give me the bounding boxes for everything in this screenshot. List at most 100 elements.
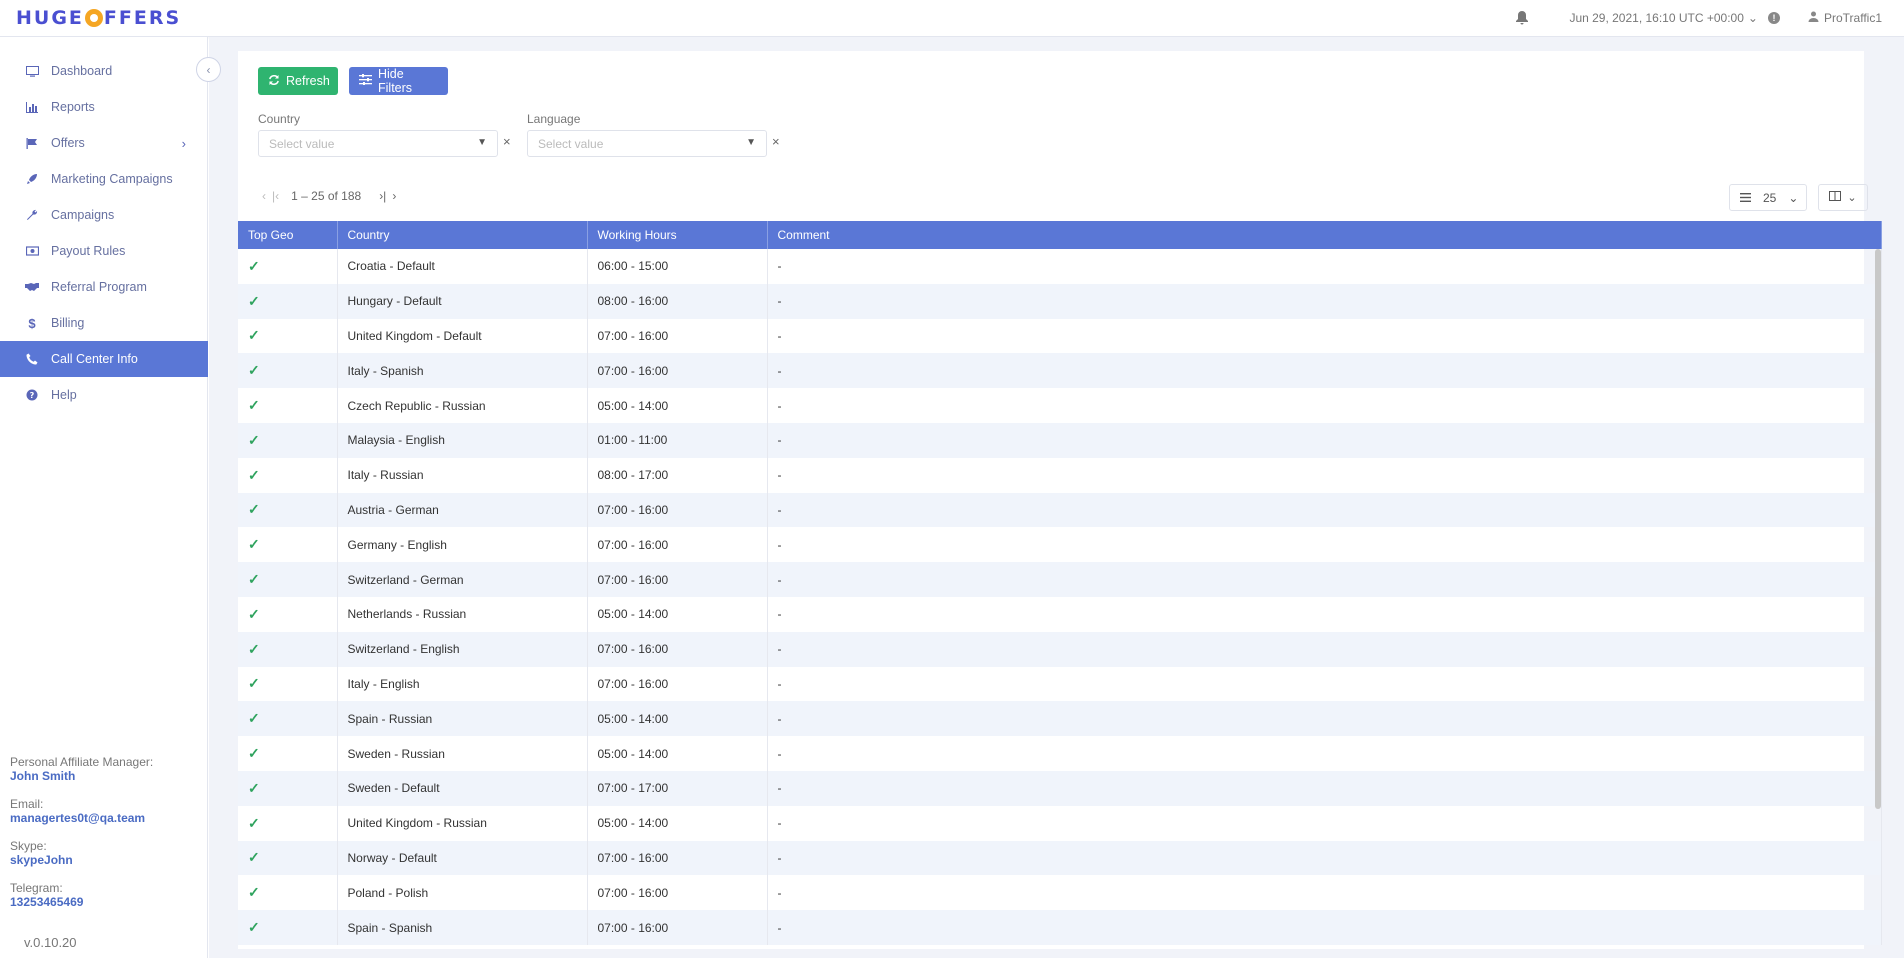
table-row: ✓ Spain - Spanish 07:00 - 16:00-: [238, 910, 1882, 945]
country-filter-label: Country: [258, 112, 301, 126]
cell-country: Austria - German: [337, 492, 588, 528]
manager-email[interactable]: managertes0t@qa.team: [10, 811, 153, 825]
rocket-icon: [25, 172, 39, 186]
prev-page-icon[interactable]: ‹: [262, 189, 266, 203]
sidebar-nav: Dashboard Reports Offers › Marketing Cam…: [0, 53, 208, 413]
columns-toggle-button[interactable]: ⌄: [1818, 184, 1868, 211]
cell-country: Croatia - Default: [337, 249, 588, 284]
cell-country: Switzerland - English: [337, 631, 588, 667]
sidebar-item-label: Marketing Campaigns: [51, 172, 173, 186]
column-header-working-hours[interactable]: Working Hours: [587, 221, 768, 249]
chevron-right-icon: ›: [181, 135, 186, 151]
cell-working-hours: 07:00 - 16:00: [587, 527, 768, 563]
sidebar-item-billing[interactable]: $ Billing: [0, 305, 208, 341]
date-selector[interactable]: Jun 29, 2021, 16:10 UTC +00:00 ⌄: [1569, 11, 1758, 25]
cell-comment: -: [767, 492, 1882, 528]
cell-working-hours: 07:00 - 16:00: [587, 666, 768, 702]
table-row: ✓ Spain - Russian 05:00 - 14:00-: [238, 701, 1882, 737]
next-page-icon[interactable]: ›: [392, 189, 396, 203]
cell-comment: -: [767, 596, 1882, 632]
checkmark-icon: ✓: [238, 388, 338, 423]
sidebar-item-call-center-info[interactable]: Call Center Info: [0, 341, 208, 377]
refresh-button[interactable]: Refresh: [258, 67, 338, 95]
cell-comment: -: [767, 527, 1882, 563]
checkmark-icon: ✓: [238, 318, 338, 354]
user-menu[interactable]: ProTraffic1: [1808, 11, 1882, 25]
hide-filters-label: Hide Filters: [378, 67, 413, 95]
sidebar-item-reports[interactable]: Reports: [0, 89, 208, 125]
sidebar-item-payout-rules[interactable]: Payout Rules: [0, 233, 208, 269]
per-page-select[interactable]: 25 ⌄: [1729, 184, 1807, 211]
cell-country: Netherlands - Russian: [337, 596, 588, 632]
sidebar-item-dashboard[interactable]: Dashboard: [0, 53, 208, 89]
table-row: ✓ Sweden - Russian 05:00 - 14:00-: [238, 736, 1882, 771]
per-page-value: 25: [1763, 190, 1777, 205]
help-icon: ?: [25, 388, 39, 402]
table-row: ✓ Netherlands - Russian 05:00 - 14:00-: [238, 596, 1882, 632]
country-select[interactable]: Select value ▼: [258, 130, 498, 157]
language-clear-button[interactable]: ×: [772, 134, 780, 149]
table-row: ✓ Switzerland - German 07:00 - 16:00-: [238, 562, 1882, 597]
checkmark-icon: ✓: [238, 527, 338, 563]
table-row: ✓ Norway - Default 07:00 - 16:00-: [238, 840, 1882, 876]
sidebar-item-campaigns[interactable]: Campaigns: [0, 197, 208, 233]
cell-working-hours: 05:00 - 14:00: [587, 805, 768, 841]
cell-comment: -: [767, 770, 1882, 806]
checkmark-icon: ✓: [238, 805, 338, 841]
table-row: ✓ Hungary - Default 08:00 - 16:00-: [238, 283, 1882, 319]
last-page-icon[interactable]: ›|: [379, 189, 386, 203]
logo[interactable]: HUGE FFERS: [16, 7, 181, 29]
checkmark-icon: ✓: [238, 562, 338, 597]
cell-country: Spain - Spanish: [337, 910, 588, 945]
sidebar-collapse-button[interactable]: ‹: [196, 57, 221, 82]
refresh-label: Refresh: [286, 74, 330, 88]
cell-country: Czech Republic - Russian: [337, 388, 588, 423]
checkmark-icon: ✓: [238, 353, 338, 389]
hide-filters-button[interactable]: Hide Filters: [349, 67, 448, 95]
cell-comment: -: [767, 353, 1882, 389]
first-page-icon[interactable]: |‹: [272, 189, 279, 203]
manager-label: Personal Affiliate Manager:: [10, 755, 154, 769]
checkmark-icon: ✓: [238, 249, 338, 284]
column-header-comment[interactable]: Comment: [767, 221, 1882, 249]
country-clear-button[interactable]: ×: [503, 134, 511, 149]
table-scrollbar[interactable]: [1875, 249, 1881, 809]
column-header-top-geo[interactable]: Top Geo: [238, 221, 338, 249]
handshake-icon: [25, 280, 39, 294]
cell-country: United Kingdom - Russian: [337, 805, 588, 841]
sidebar-item-label: Reports: [51, 100, 95, 114]
cell-comment: -: [767, 318, 1882, 354]
wrench-icon: [25, 208, 39, 222]
bell-icon[interactable]: [1515, 10, 1529, 26]
telegram-label: Telegram:: [10, 881, 63, 895]
sidebar-item-help[interactable]: ? Help: [0, 377, 208, 413]
info-icon[interactable]: !: [1767, 12, 1780, 24]
sidebar-item-marketing-campaigns[interactable]: Marketing Campaigns: [0, 161, 208, 197]
columns-icon: [1829, 191, 1842, 204]
table-row: ✓ Italy - Russian 08:00 - 17:00-: [238, 457, 1882, 493]
language-select[interactable]: Select value ▼: [527, 130, 767, 157]
cell-country: Italy - Spanish: [337, 353, 588, 389]
checkmark-icon: ✓: [238, 736, 338, 771]
language-select-placeholder: Select value: [538, 136, 604, 151]
sidebar-item-label: Help: [51, 388, 77, 402]
checkmark-icon: ✓: [238, 631, 338, 667]
cell-working-hours: 07:00 - 16:00: [587, 631, 768, 667]
checkmark-icon: ✓: [238, 666, 338, 702]
checkmark-icon: ✓: [238, 840, 338, 876]
manager-skype[interactable]: skypeJohn: [10, 853, 153, 867]
cell-comment: -: [767, 805, 1882, 841]
refresh-icon: [268, 74, 280, 89]
cell-country: Norway - Default: [337, 840, 588, 876]
sidebar-item-referral-program[interactable]: Referral Program: [0, 269, 208, 305]
cell-country: Sweden - Russian: [337, 736, 588, 771]
sidebar-item-offers[interactable]: Offers ›: [0, 125, 208, 161]
cell-country: Spain - Russian: [337, 701, 588, 737]
table-row: ✓ Croatia - Default 06:00 - 15:00-: [238, 249, 1882, 284]
cell-country: United Kingdom - Default: [337, 318, 588, 354]
country-select-placeholder: Select value: [269, 136, 335, 151]
column-header-country[interactable]: Country: [337, 221, 588, 249]
manager-telegram[interactable]: 13253465469: [10, 895, 153, 909]
sidebar: Dashboard Reports Offers › Marketing Cam…: [0, 37, 208, 958]
table-row: ✓ Malaysia - English 01:00 - 11:00-: [238, 422, 1882, 458]
